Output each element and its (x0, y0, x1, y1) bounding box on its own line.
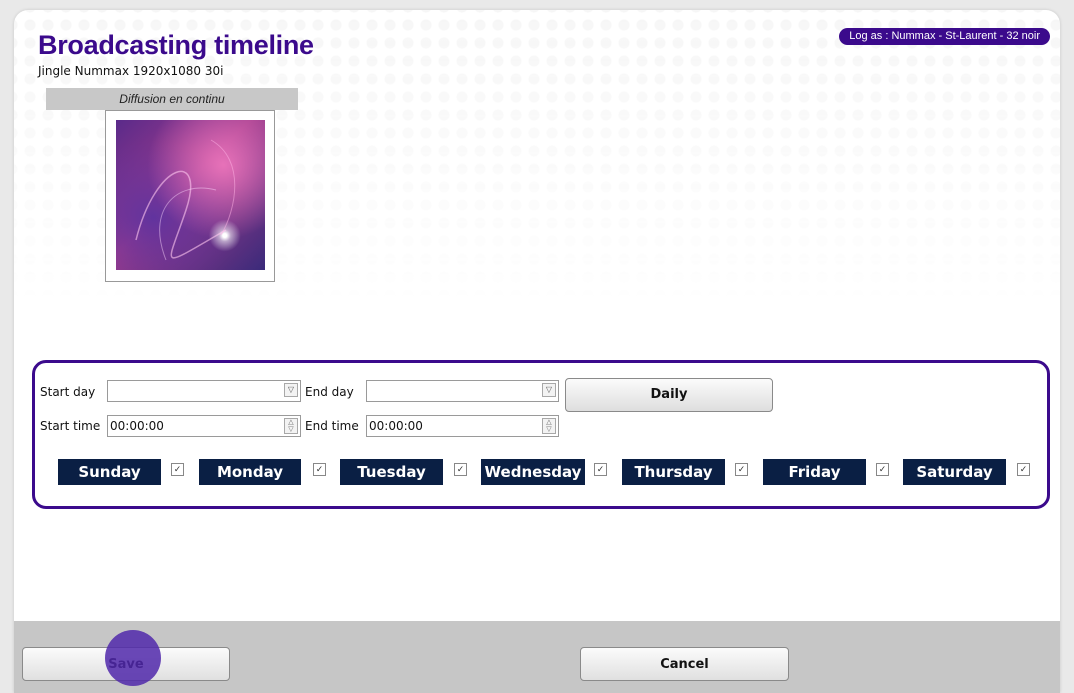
day-label-sunday: Sunday (58, 459, 161, 485)
footer-bar: Save Cancel (14, 621, 1060, 693)
media-name: Jingle Nummax 1920x1080 30i (38, 64, 224, 78)
spinner-arrows-icon[interactable]: △ ▽ (542, 418, 556, 434)
day-label-monday: Monday (199, 459, 301, 485)
checkbox-sunday[interactable]: ✓ (171, 463, 184, 476)
checkbox-friday[interactable]: ✓ (876, 463, 889, 476)
day-label-thursday: Thursday (622, 459, 725, 485)
start-day-select[interactable]: ▽ (107, 380, 301, 402)
checkbox-thursday[interactable]: ✓ (735, 463, 748, 476)
end-time-label: End time (305, 419, 359, 433)
start-day-label: Start day (40, 385, 96, 399)
end-time-value: 00:00:00 (369, 419, 423, 433)
end-time-input[interactable]: 00:00:00 △ ▽ (366, 415, 559, 437)
media-preview: Diffusion en continu (46, 88, 298, 282)
spinner-arrows-icon[interactable]: △ ▽ (284, 418, 298, 434)
cursor-indicator (105, 630, 161, 686)
start-time-input[interactable]: 00:00:00 △ ▽ (107, 415, 301, 437)
start-time-label: Start time (40, 419, 101, 433)
end-day-select[interactable]: ▽ (366, 380, 559, 402)
start-time-value: 00:00:00 (110, 419, 164, 433)
end-day-label: End day (305, 385, 354, 399)
login-badge: Log as : Nummax - St-Laurent - 32 noir (839, 28, 1050, 45)
chevron-down-icon[interactable]: ▽ (542, 383, 556, 397)
day-label-tuesday: Tuesday (340, 459, 443, 485)
checkbox-saturday[interactable]: ✓ (1017, 463, 1030, 476)
day-label-saturday: Saturday (903, 459, 1006, 485)
app-window: Broadcasting timeline Jingle Nummax 1920… (14, 10, 1060, 693)
preview-label: Diffusion en continu (46, 88, 298, 110)
media-thumbnail (116, 120, 265, 270)
checkbox-tuesday[interactable]: ✓ (454, 463, 467, 476)
cancel-button[interactable]: Cancel (580, 647, 789, 681)
day-label-wednesday: Wednesday (481, 459, 585, 485)
checkbox-wednesday[interactable]: ✓ (594, 463, 607, 476)
chevron-down-icon[interactable]: ▽ (284, 383, 298, 397)
daily-button[interactable]: Daily (565, 378, 773, 412)
page-title: Broadcasting timeline (38, 30, 314, 60)
day-label-friday: Friday (763, 459, 866, 485)
schedule-panel: Start day ▽ End day ▽ Daily Start time 0… (32, 360, 1050, 509)
checkbox-monday[interactable]: ✓ (313, 463, 326, 476)
thumbnail-frame (105, 110, 275, 282)
